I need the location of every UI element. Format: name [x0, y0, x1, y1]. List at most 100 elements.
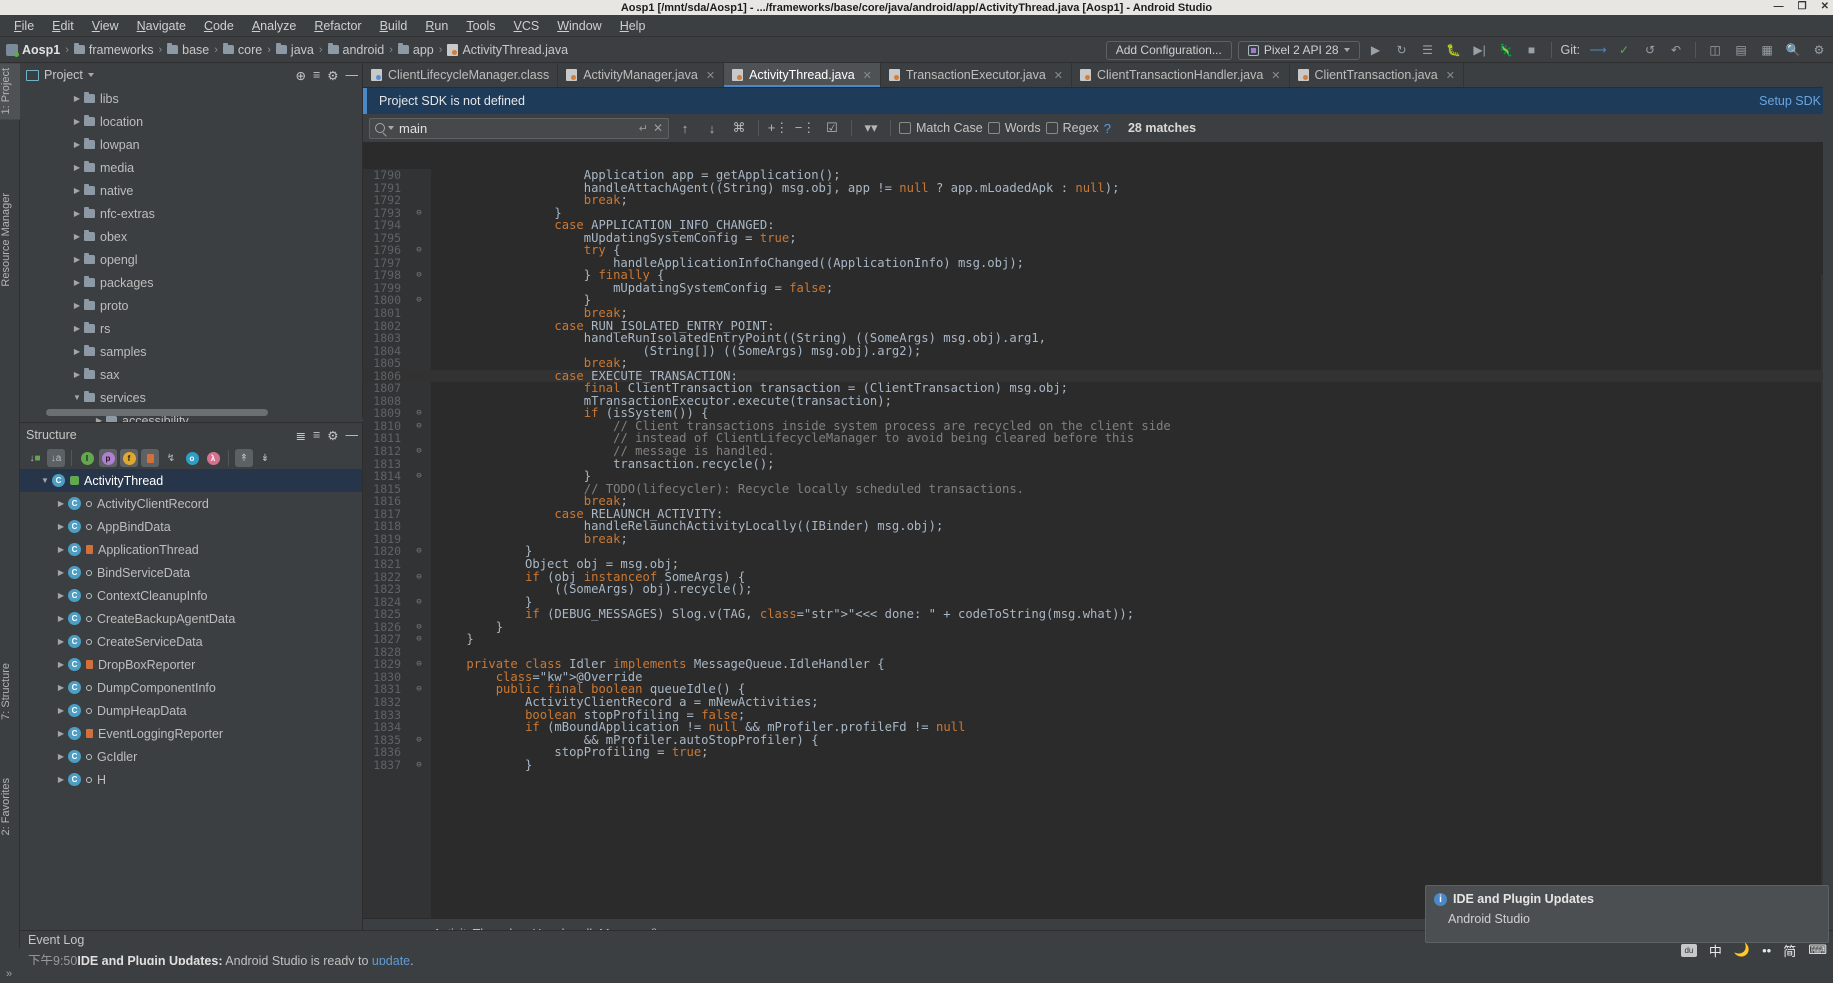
chevron-right-icon[interactable]: ▶: [70, 324, 84, 333]
simplified-label[interactable]: 简: [1783, 941, 1796, 960]
tool-tab-resource-manager[interactable]: Resource Manager: [0, 188, 20, 292]
fold-marker-icon[interactable]: ⊖: [407, 445, 431, 458]
code-line[interactable]: 1837 ⊖ }: [363, 759, 1833, 772]
chevron-right-icon[interactable]: ▶: [70, 278, 84, 287]
fold-marker-icon[interactable]: ⊖: [407, 683, 431, 696]
close-tab-icon[interactable]: ✕: [1271, 69, 1280, 82]
fold-marker-icon[interactable]: ⊖: [407, 244, 431, 257]
structure-tree-item[interactable]: ▶ C DumpComponentInfo: [20, 676, 362, 699]
match-case-checkbox[interactable]: Match Case: [899, 121, 983, 135]
fold-marker-icon[interactable]: ⊖: [407, 294, 431, 307]
moon-icon[interactable]: 🌙: [1734, 942, 1750, 958]
chevron-right-icon[interactable]: ▶: [54, 752, 68, 761]
mic-icon[interactable]: ••: [1762, 943, 1771, 958]
select-all-occurrences-icon[interactable]: ⌘: [728, 117, 750, 139]
intention-bulb-icon[interactable]: [435, 370, 446, 382]
project-tree-item[interactable]: ▶ obex: [20, 225, 362, 248]
checkbox-box[interactable]: [1045, 122, 1058, 134]
code-line[interactable]: 1836 stopProfiling = true;: [363, 746, 1833, 759]
select-lines-icon[interactable]: ☑: [821, 117, 843, 139]
menu-item-navigate[interactable]: Navigate: [129, 17, 194, 35]
fold-marker-icon[interactable]: ⊖: [407, 633, 431, 646]
show-lambdas-icon[interactable]: λ: [204, 449, 222, 467]
add-configuration-button[interactable]: Add Configuration...: [1105, 40, 1232, 60]
chevron-down-icon[interactable]: [388, 126, 394, 130]
regex-help-icon[interactable]: ?: [1104, 121, 1111, 136]
menu-item-run[interactable]: Run: [417, 17, 456, 35]
structure-tree-item[interactable]: ▶ C EventLoggingReporter: [20, 722, 362, 745]
code-line[interactable]: 1819 break;: [363, 533, 1833, 546]
breadcrumb-item-app[interactable]: app: [397, 43, 434, 57]
history-icon[interactable]: ↺: [1640, 40, 1660, 60]
chevron-right-icon[interactable]: ▶: [54, 660, 68, 669]
breadcrumb-item-activitythread-java[interactable]: ActivityThread.java: [447, 43, 568, 57]
tool-tab-project[interactable]: 1: Project: [0, 63, 20, 120]
editor-tab-activitythread-java[interactable]: ActivityThread.java ✕: [724, 63, 881, 87]
keyboard-icon[interactable]: ⌨: [1808, 942, 1827, 958]
chevron-down-icon[interactable]: ▼: [38, 476, 52, 485]
hide-panel-icon[interactable]: —: [346, 428, 359, 442]
menu-item-view[interactable]: View: [84, 17, 127, 35]
chevron-right-icon[interactable]: ▶: [54, 637, 68, 646]
search-everywhere-icon[interactable]: 🔍: [1783, 40, 1803, 60]
fold-marker-icon[interactable]: ⊖: [407, 407, 431, 420]
stop-icon[interactable]: ■: [1522, 40, 1542, 60]
structure-tree[interactable]: ▼ C ActivityThread ▶ C ActivityClientRecord ▶ C…: [20, 469, 362, 791]
project-tree-item[interactable]: ▶ packages: [20, 271, 362, 294]
search-input-value[interactable]: main: [399, 121, 634, 136]
show-inherited-icon[interactable]: I: [78, 449, 96, 467]
chevron-right-icon[interactable]: ▶: [54, 683, 68, 692]
panel-settings-icon[interactable]: ⚙: [327, 68, 338, 83]
structure-tree-item[interactable]: ▶ C AppBindData: [20, 515, 362, 538]
words-checkbox[interactable]: Words: [987, 121, 1041, 135]
sdk-manager-icon[interactable]: ▦: [1757, 40, 1777, 60]
editor-tab-transactionexecutor-java[interactable]: TransactionExecutor.java ✕: [881, 63, 1072, 87]
code-line[interactable]: 1792 break;: [363, 194, 1833, 207]
fold-marker-icon[interactable]: ⊖: [407, 207, 431, 220]
code-line[interactable]: 1834 if (mBoundApplication != null && mP…: [363, 721, 1833, 734]
chevron-right-icon[interactable]: ▶: [70, 347, 84, 356]
fold-marker-icon[interactable]: ⊖: [407, 596, 431, 609]
code-line[interactable]: 1832 ActivityClientRecord a = mNewActivi…: [363, 696, 1833, 709]
panel-settings-icon[interactable]: ⚙: [327, 428, 338, 443]
code-line[interactable]: 1812 ⊖ // message is handled.: [363, 445, 1833, 458]
chevron-right-icon[interactable]: ▶: [70, 232, 84, 241]
breadcrumb-item-aosp1[interactable]: Aosp1: [6, 43, 60, 57]
maximize-icon[interactable]: ❐: [1798, 1, 1807, 12]
project-tree-item[interactable]: ▶ samples: [20, 340, 362, 363]
chevron-right-icon[interactable]: ▶: [70, 117, 84, 126]
structure-tree-item[interactable]: ▶ C H: [20, 768, 362, 791]
menu-item-edit[interactable]: Edit: [44, 17, 82, 35]
menu-item-vcs[interactable]: VCS: [506, 17, 548, 35]
structure-tree-item[interactable]: ▶ C ContextCleanupInfo: [20, 584, 362, 607]
structure-tree-item[interactable]: ▶ C DumpHeapData: [20, 699, 362, 722]
sort-by-visibility-icon[interactable]: ↓ ■: [26, 449, 44, 467]
structure-tree-item[interactable]: ▶ C ApplicationThread: [20, 538, 362, 561]
chevron-right-icon[interactable]: ▶: [54, 499, 68, 508]
tool-tab-structure[interactable]: 7: Structure: [0, 658, 20, 725]
chevron-right-icon[interactable]: ▶: [54, 591, 68, 600]
fold-marker-icon[interactable]: ⊖: [407, 759, 431, 772]
breadcrumb-item-java[interactable]: java: [275, 43, 314, 57]
remove-line-icon[interactable]: −⋮: [794, 117, 816, 139]
project-tree-item[interactable]: ▶ sax: [20, 363, 362, 386]
debug-icon[interactable]: 🐛: [1444, 40, 1464, 60]
search-input[interactable]: main ↵ ✕: [369, 117, 669, 139]
menu-item-tools[interactable]: Tools: [458, 17, 503, 35]
project-tree-item[interactable]: ▶ nfc-extras: [20, 202, 362, 225]
chevron-right-icon[interactable]: ▶: [54, 545, 68, 554]
code-line[interactable]: 1796 ⊖ try {: [363, 244, 1833, 257]
fold-marker-icon[interactable]: ⊖: [407, 470, 431, 483]
show-anonymous-icon[interactable]: o: [183, 449, 201, 467]
editor-tab-clienttransactionhandler-java[interactable]: ClientTransactionHandler.java ✕: [1072, 63, 1290, 87]
layout-inspector-icon[interactable]: ◫: [1705, 40, 1725, 60]
structure-tree-item[interactable]: ▶ C ActivityClientRecord: [20, 492, 362, 515]
setup-sdk-link[interactable]: Setup SDK: [1759, 94, 1821, 108]
menu-item-window[interactable]: Window: [549, 17, 609, 35]
structure-tree-item[interactable]: ▶ C DropBoxReporter: [20, 653, 362, 676]
chevron-right-icon[interactable]: ▶: [70, 255, 84, 264]
project-tree-item[interactable]: ▶ rs: [20, 317, 362, 340]
breadcrumb-item-android[interactable]: android: [327, 43, 384, 57]
expand-all-icon[interactable]: ↟: [235, 449, 253, 467]
update-project-icon[interactable]: ⟶: [1588, 40, 1608, 60]
